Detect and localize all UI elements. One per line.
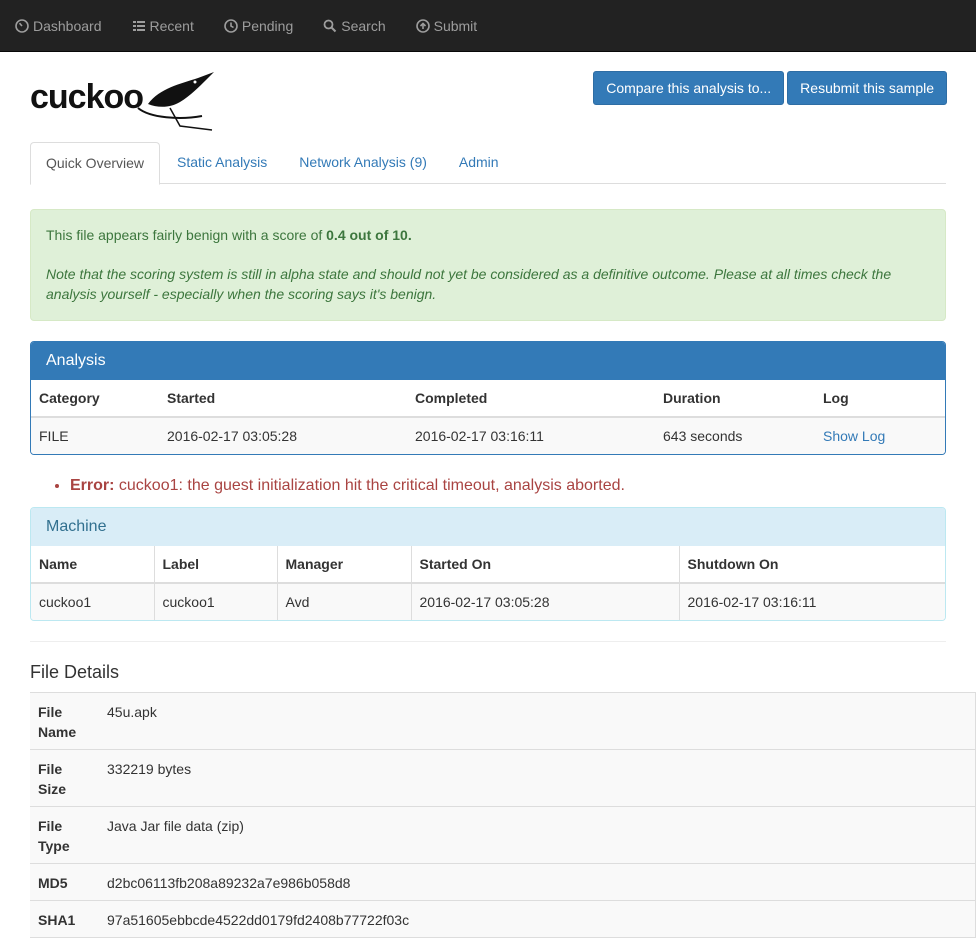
analysis-header-started: Started (159, 380, 407, 418)
tab-static-analysis[interactable]: Static Analysis (162, 142, 282, 183)
nav-recent[interactable]: Recent (117, 0, 209, 51)
nav-submit[interactable]: Submit (401, 0, 493, 51)
machine-header-started-on: Started On (411, 546, 680, 584)
score-value: 0.4 out of 10. (326, 227, 412, 243)
error-list: Error: cuckoo1: the guest initialization… (30, 473, 946, 499)
nav-dashboard-label: Dashboard (33, 17, 102, 34)
nav-recent-label: Recent (149, 17, 194, 34)
file-details-table: File Name 45u.apk File Size 332219 bytes… (30, 692, 976, 938)
machine-table: Name Label Manager Started On Shutdown O… (31, 546, 945, 620)
sha1-value: 97a51605ebbcde4522dd0179fd2408b77722f03c (99, 901, 976, 937)
analysis-header-log: Log (815, 380, 945, 418)
nav-search[interactable]: Search (308, 0, 400, 51)
analysis-panel: Analysis Category Started Completed Dura… (30, 341, 946, 455)
machine-shutdown-on: 2016-02-17 03:16:11 (679, 582, 945, 620)
show-log-link[interactable]: Show Log (823, 428, 885, 444)
compare-analysis-button[interactable]: Compare this analysis to... (593, 71, 785, 105)
error-label: Error: (70, 477, 115, 494)
dashboard-icon (15, 18, 29, 33)
nav-submit-label: Submit (433, 17, 478, 34)
file-type-key: File Type (38, 818, 70, 854)
machine-header-manager: Manager (277, 546, 412, 584)
table-row: cuckoo1 cuckoo1 Avd 2016-02-17 03:05:28 … (31, 582, 945, 620)
machine-header-shutdown-on: Shutdown On (679, 546, 945, 584)
machine-header-label: Label (154, 546, 278, 584)
table-row: FILE 2016-02-17 03:05:28 2016-02-17 03:1… (31, 416, 945, 454)
analysis-duration: 643 seconds (655, 416, 815, 454)
analysis-header-completed: Completed (407, 380, 655, 418)
resubmit-sample-button[interactable]: Resubmit this sample (787, 71, 947, 105)
analysis-header-duration: Duration (655, 380, 815, 418)
clock-icon (224, 18, 238, 33)
machine-label: cuckoo1 (154, 582, 278, 620)
file-name-value: 45u.apk (99, 693, 976, 749)
error-item: Error: cuckoo1: the guest initialization… (70, 473, 946, 499)
analysis-started: 2016-02-17 03:05:28 (159, 416, 407, 454)
sha1-key: SHA1 (38, 912, 76, 928)
analysis-completed: 2016-02-17 03:16:11 (407, 416, 655, 454)
md5-key: MD5 (38, 875, 68, 891)
file-details-title: File Details (30, 662, 120, 682)
table-row: File Name 45u.apk (30, 693, 976, 750)
search-icon (323, 19, 337, 32)
list-icon (132, 20, 145, 31)
logo-text: cuckoo (30, 78, 143, 116)
score-line: This file appears fairly benign with a s… (46, 225, 930, 245)
score-note: Note that the scoring system is still in… (46, 266, 892, 302)
upload-icon (415, 18, 430, 33)
tab-quick-overview[interactable]: Quick Overview (30, 142, 161, 185)
top-navbar: Dashboard Recent Pending Search Submit (0, 0, 976, 52)
table-row: File Type Java Jar file data (zip) (30, 807, 976, 864)
analysis-panel-title: Analysis (31, 342, 945, 380)
tab-network-analysis[interactable]: Network Analysis (9) (284, 142, 442, 183)
file-size-key: File Size (38, 761, 67, 797)
nav-pending[interactable]: Pending (209, 0, 308, 51)
analysis-table: Category Started Completed Duration Log … (31, 380, 945, 454)
table-row: SHA1 97a51605ebbcde4522dd0179fd2408b7772… (30, 901, 976, 938)
table-row: File Size 332219 bytes (30, 750, 976, 807)
machine-panel-title: Machine (31, 508, 945, 546)
cuckoo-logo: cuckoo (30, 72, 214, 131)
error-text: cuckoo1: the guest initialization hit th… (114, 477, 625, 494)
analysis-header-category: Category (31, 380, 159, 418)
analysis-category: FILE (31, 416, 159, 454)
machine-panel: Machine Name Label Manager Started On Sh… (30, 507, 946, 621)
machine-header-name: Name (31, 546, 155, 584)
file-size-value: 332219 bytes (99, 750, 976, 806)
file-name-key: File Name (38, 704, 77, 740)
file-type-value: Java Jar file data (zip) (99, 807, 976, 863)
page-header: cuckoo Compare this analysis to... Resub… (0, 52, 976, 142)
score-prefix: This file appears fairly benign with a s… (46, 227, 327, 243)
nav-pending-label: Pending (241, 17, 294, 34)
table-row: MD5 d2bc06113fb208a89232a7e986b058d8 (30, 864, 976, 901)
md5-value: d2bc06113fb208a89232a7e986b058d8 (99, 864, 976, 900)
machine-manager: Avd (277, 582, 412, 620)
machine-name: cuckoo1 (31, 582, 155, 620)
machine-started-on: 2016-02-17 03:05:28 (411, 582, 680, 620)
nav-search-label: Search (341, 17, 386, 34)
nav-dashboard[interactable]: Dashboard (0, 0, 117, 51)
section-divider (30, 641, 946, 642)
tab-admin[interactable]: Admin (444, 142, 514, 183)
tab-bar: Quick Overview Static Analysis Network A… (30, 142, 946, 185)
score-alert: This file appears fairly benign with a s… (30, 209, 946, 321)
